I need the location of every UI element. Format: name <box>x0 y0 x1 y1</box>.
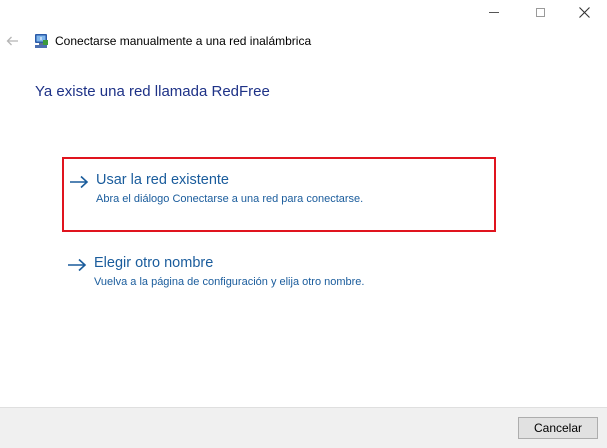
back-arrow-icon <box>6 36 18 46</box>
close-button[interactable] <box>561 0 607 25</box>
maximize-icon <box>535 8 545 17</box>
arrow-right-icon <box>68 258 87 272</box>
network-icon <box>35 34 48 48</box>
use-existing-network-option[interactable]: Usar la red existente Abra el diálogo Co… <box>62 157 496 232</box>
minimize-icon <box>489 12 499 13</box>
minimize-button[interactable] <box>471 0 517 25</box>
page-heading: Ya existe una red llamada RedFree <box>35 83 270 100</box>
arrow-right-icon <box>70 175 89 189</box>
window-title: Conectarse manualmente a una red inalámb… <box>55 34 312 48</box>
close-icon <box>578 7 590 18</box>
header-row: Conectarse manualmente a una red inalámb… <box>0 30 607 54</box>
title-bar <box>0 0 607 25</box>
option-title: Elegir otro nombre <box>94 255 214 271</box>
footer-bar: Cancelar <box>0 407 607 448</box>
option-title: Usar la red existente <box>96 172 229 188</box>
option-description: Vuelva a la página de configuración y el… <box>94 276 365 288</box>
option-description: Abra el diálogo Conectarse a una red par… <box>96 193 364 205</box>
choose-other-name-option[interactable]: Elegir otro nombre Vuelva a la página de… <box>62 250 496 300</box>
back-button[interactable] <box>2 31 22 51</box>
cancel-button[interactable]: Cancelar <box>518 417 598 439</box>
maximize-button[interactable] <box>517 0 563 25</box>
